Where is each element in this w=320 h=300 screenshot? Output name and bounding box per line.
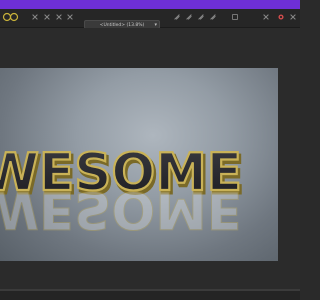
rotate-icon[interactable] <box>209 13 217 21</box>
document-canvas[interactable]: WESOME WESOME WESOME <box>0 68 278 261</box>
awesome-text-artwork: WESOME WESOME WESOME <box>0 142 246 240</box>
color-picker-icon[interactable] <box>277 13 285 21</box>
assistant-icon[interactable] <box>262 13 270 21</box>
title-bar-accent <box>0 0 300 9</box>
snapping-icon[interactable] <box>31 13 39 21</box>
ellipse-icon[interactable] <box>9 12 19 22</box>
node-icon[interactable] <box>66 13 74 21</box>
main-toolbar: <Untitled> (13.8%) ▾ <box>0 9 300 29</box>
pen-icon[interactable] <box>55 13 63 21</box>
flip-icon[interactable] <box>197 13 205 21</box>
more-icon[interactable] <box>289 13 297 21</box>
status-bar <box>0 291 300 300</box>
brush-icon[interactable] <box>43 13 51 21</box>
align-icon[interactable] <box>173 13 181 21</box>
arrange-icon[interactable] <box>231 13 239 21</box>
distribute-icon[interactable] <box>185 13 193 21</box>
